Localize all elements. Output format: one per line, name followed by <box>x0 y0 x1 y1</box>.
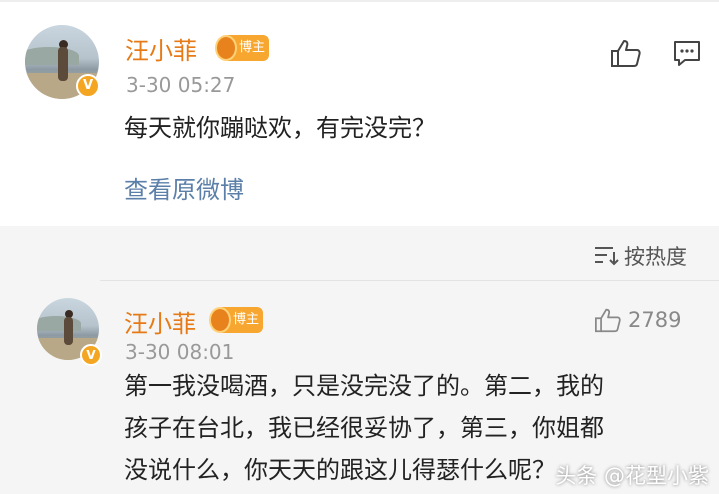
reply-text-line-3: 没说什么，你天天的跟这儿得瑟什么呢？ <box>124 456 556 484</box>
sort-by-hot-button[interactable]: 按热度 <box>624 241 687 271</box>
like-count: 2789 <box>628 308 682 332</box>
username[interactable]: 汪小菲 <box>125 31 197 66</box>
reply-thumbs-up-icon[interactable] <box>594 307 622 333</box>
reply-blogger-badge: 博主 <box>209 307 264 333</box>
view-original-post-link[interactable]: 查看原微博 <box>124 170 244 205</box>
reply-avatar-hill <box>37 316 81 331</box>
thumbs-up-icon[interactable] <box>610 38 642 68</box>
blogger-badge: 博主 <box>215 35 270 61</box>
reply-badge-label: 博主 <box>233 312 260 327</box>
comment-text: 每天就你蹦哒欢，有完没完？ <box>124 114 436 142</box>
reply-timestamp: 3-30 08:01 <box>125 340 235 364</box>
reply-avatar-person <box>64 317 73 345</box>
reply-text-line-1: 第一我没喝酒，只是没完没了的。第二，我的 <box>124 372 604 400</box>
reply-text-line-2: 孩子在台北，我已经很妥协了，第三，你姐都 <box>124 414 604 442</box>
avatar-hill <box>25 47 79 65</box>
badge-label: 博主 <box>239 40 266 55</box>
timestamp: 3-30 05:27 <box>126 73 236 97</box>
medal-icon <box>215 35 237 61</box>
replies-divider <box>100 280 719 281</box>
comment-icon[interactable] <box>673 40 701 68</box>
watermark: 头条 @花型小紫 <box>555 464 709 488</box>
sort-icon[interactable] <box>593 244 619 266</box>
reply-medal-icon <box>209 307 231 333</box>
reply-username[interactable]: 汪小菲 <box>124 304 196 339</box>
verified-v-icon: V <box>76 74 100 98</box>
avatar-person <box>58 47 68 81</box>
reply-verified-v-icon: V <box>80 344 102 366</box>
